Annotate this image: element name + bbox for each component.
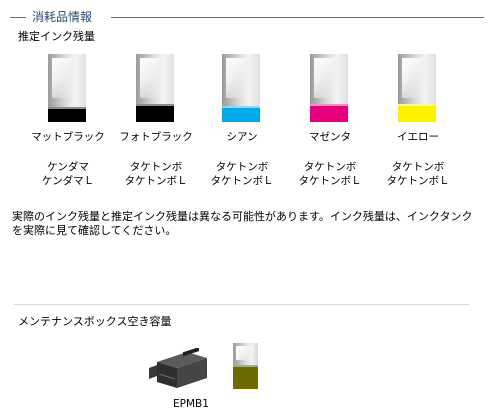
cartridge-code-l: タケトンボＬ — [298, 175, 362, 187]
maintenance-box-heading: メンテナンスボックス空き容量 — [18, 315, 172, 328]
ink-item-yellow: イエロー タケトンボ タケトンボＬ — [380, 54, 456, 194]
ink-item-photo-black: フォトブラック タケトンボ タケトンボＬ — [118, 54, 194, 194]
cartridge-code: タケトンボ — [303, 161, 357, 173]
maintenance-box-gauge — [233, 343, 258, 389]
ink-level-fill — [222, 106, 260, 122]
ink-item-magenta: マゼンタ タケトンボ タケトンボＬ — [292, 54, 368, 194]
header-rule-left — [10, 17, 26, 18]
ink-level-heading: 推定インク残量 — [18, 30, 95, 43]
ink-tank-matte-black — [48, 54, 86, 122]
ink-level-fill — [310, 104, 348, 122]
ink-level-fill — [136, 104, 174, 122]
ink-name: シアン — [226, 131, 258, 143]
cartridge-code-l: タケトンボＬ — [124, 175, 188, 187]
ink-name: フォトブラック — [119, 131, 193, 143]
ink-tank-magenta — [310, 54, 348, 122]
ink-tank-photo-black — [136, 54, 174, 122]
cartridge-code-l: タケトンボＬ — [210, 175, 274, 187]
section-title: 消耗品情報 — [30, 8, 95, 25]
header-rule-right — [111, 17, 484, 18]
maintenance-box-fill — [233, 365, 258, 389]
cartridge-code-l: タケトンボＬ — [386, 175, 450, 187]
maintenance-box-icon — [149, 348, 207, 388]
maintenance-box-model: EPMB1 — [173, 398, 209, 410]
cartridge-code-l: ケンダマＬ — [41, 175, 95, 187]
ink-item-cyan: シアン タケトンボ タケトンボＬ — [204, 54, 280, 194]
cartridge-code: タケトンボ — [215, 161, 269, 173]
ink-tank-cyan — [222, 54, 260, 122]
ink-name: マゼンタ — [309, 131, 351, 143]
cartridge-code: ケンダマ — [47, 161, 89, 173]
consumables-section-header: 消耗品情報 — [10, 8, 484, 25]
cartridge-code: タケトンボ — [129, 161, 183, 173]
ink-level-fill — [398, 104, 436, 122]
cartridge-code: タケトンボ — [391, 161, 445, 173]
ink-name: イエロー — [397, 131, 439, 143]
ink-level-notice: 実際のインク残量と推定インク残量は異なる可能性があります。インク残量は、インクタ… — [12, 210, 473, 237]
ink-tank-yellow — [398, 54, 436, 122]
section-divider — [14, 304, 469, 305]
ink-item-matte-black: マットブラック ケンダマ ケンダマＬ — [30, 54, 106, 194]
ink-name: マットブラック — [31, 131, 105, 143]
ink-level-fill — [48, 107, 86, 122]
